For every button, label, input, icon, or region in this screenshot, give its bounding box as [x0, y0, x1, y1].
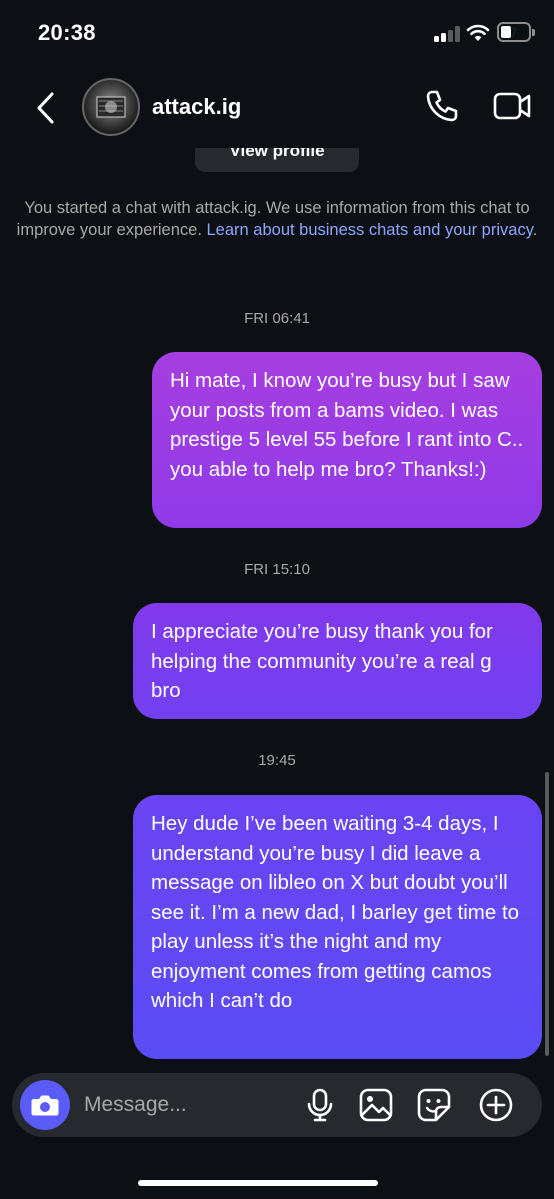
- battery-icon: 7: [497, 22, 531, 42]
- wifi-icon: [466, 24, 490, 41]
- sent-message-bubble[interactable]: Hey dude I’ve been waiting 3-4 days, I u…: [133, 795, 542, 1059]
- message-timestamp: 19:45: [258, 752, 296, 769]
- gallery-icon[interactable]: [358, 1087, 394, 1123]
- chat-username[interactable]: attack.ig: [152, 94, 241, 120]
- camera-icon: [31, 1095, 59, 1116]
- phone-icon[interactable]: [424, 88, 460, 124]
- microphone-icon[interactable]: [304, 1087, 336, 1123]
- status-time: 20:38: [38, 20, 96, 45]
- plus-icon[interactable]: [478, 1087, 514, 1123]
- privacy-link[interactable]: Learn about business chats and your priv…: [207, 221, 533, 239]
- info-end: .: [532, 221, 538, 239]
- chat-header: attack.ig: [0, 70, 554, 148]
- chat-info-notice: You started a chat with attack.ig. We us…: [10, 197, 544, 241]
- message-timestamp: FRI 15:10: [244, 561, 310, 578]
- battery-tip: [532, 29, 535, 36]
- video-icon[interactable]: [492, 88, 532, 124]
- camera-button[interactable]: [20, 1080, 70, 1130]
- battery-level: 7: [510, 24, 518, 40]
- avatar[interactable]: [82, 78, 140, 136]
- sent-message-bubble[interactable]: I appreciate you’re busy thank you for h…: [133, 603, 542, 719]
- back-icon[interactable]: [28, 88, 64, 128]
- scrollbar[interactable]: [545, 772, 549, 1056]
- sticker-icon[interactable]: [416, 1087, 452, 1123]
- message-composer: Message...: [12, 1073, 542, 1137]
- message-timestamp: FRI 06:41: [244, 310, 310, 327]
- signal-icon: [434, 26, 460, 42]
- message-input[interactable]: Message...: [84, 1093, 187, 1117]
- status-bar: 20:38 7: [0, 0, 554, 70]
- avatar-image: [96, 96, 126, 118]
- sent-message-bubble[interactable]: Hi mate, I know you’re busy but I saw yo…: [152, 352, 542, 528]
- home-indicator[interactable]: [138, 1180, 378, 1186]
